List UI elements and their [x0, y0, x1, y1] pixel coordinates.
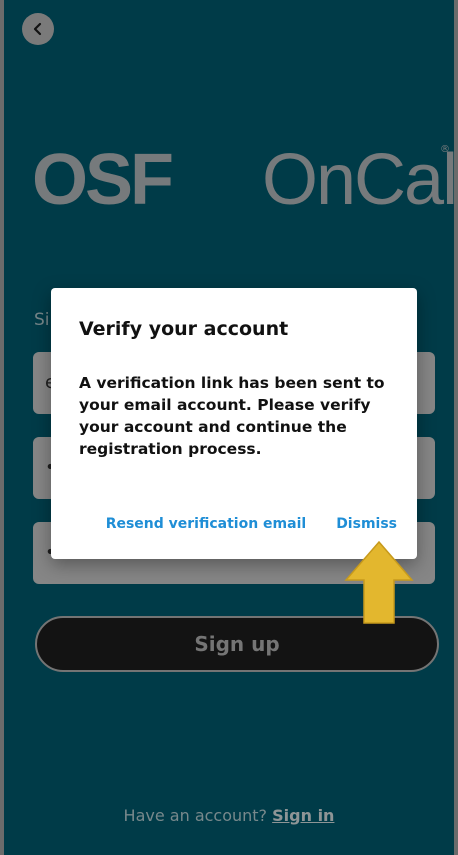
- dialog-actions: Resend verification email Dismiss: [106, 516, 397, 532]
- app-screen: OSF OnCall ® Si e • • Sign up Have an ac…: [4, 0, 454, 855]
- dismiss-button[interactable]: Dismiss: [336, 516, 397, 532]
- resend-verification-button[interactable]: Resend verification email: [106, 516, 307, 532]
- dialog-message: A verification link has been sent to you…: [79, 374, 385, 458]
- dialog-title: Verify your account: [79, 318, 289, 340]
- verify-account-dialog: Verify your account A verification link …: [51, 288, 417, 559]
- arrow-up-icon: [344, 540, 414, 624]
